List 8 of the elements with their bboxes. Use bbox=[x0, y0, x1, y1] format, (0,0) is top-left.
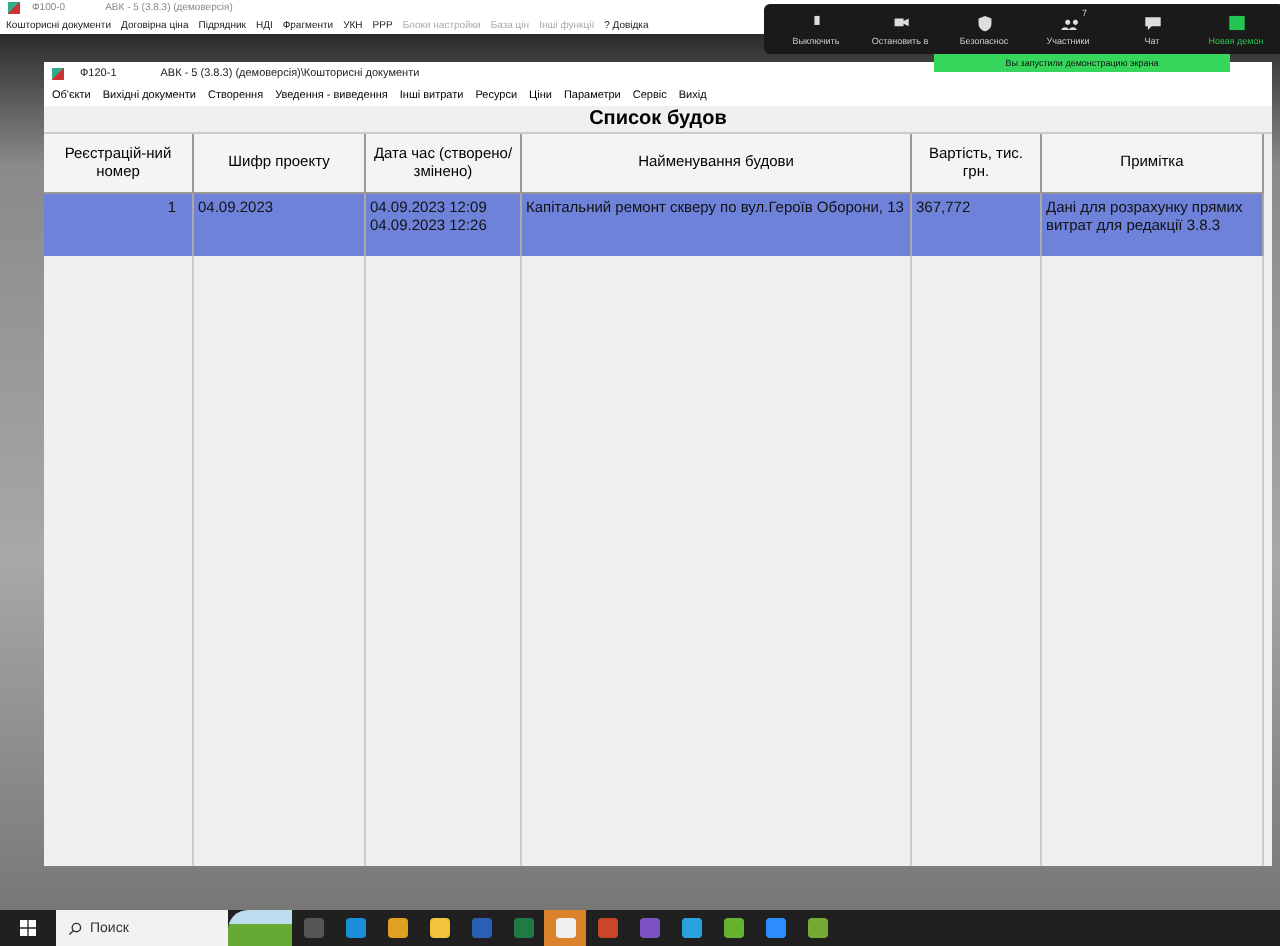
video-icon bbox=[891, 13, 909, 31]
app-logo-icon bbox=[52, 68, 64, 80]
landscape-picture bbox=[228, 910, 292, 946]
search-icon bbox=[68, 921, 82, 935]
app-logo-icon bbox=[8, 2, 20, 14]
windows-start-icon[interactable] bbox=[20, 920, 36, 936]
shield-icon bbox=[975, 13, 993, 31]
chat-icon bbox=[1143, 13, 1161, 31]
